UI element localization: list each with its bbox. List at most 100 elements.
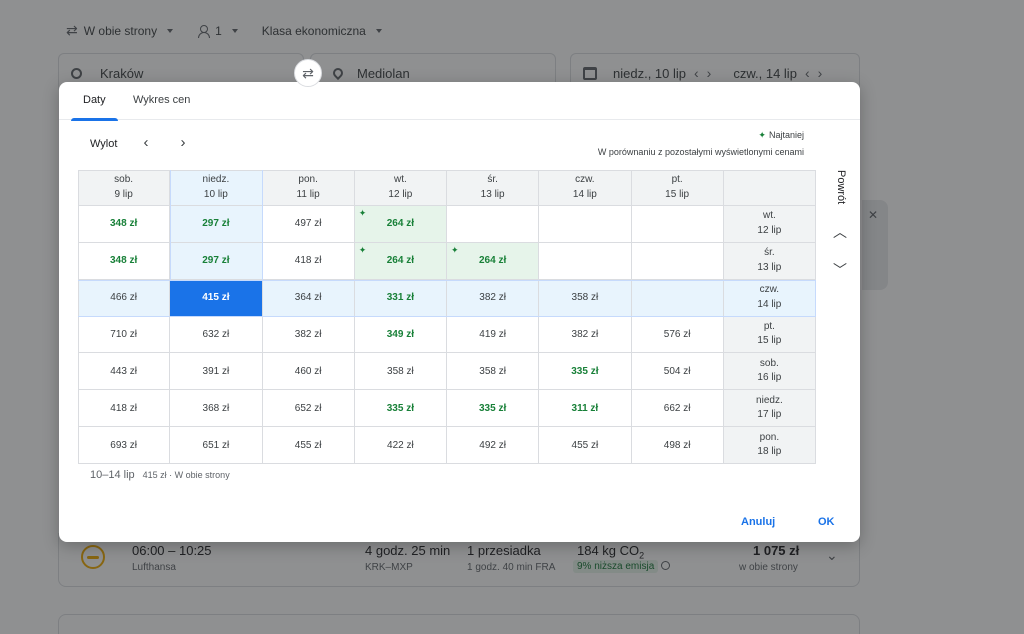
- legend-cheapest-label: Najtaniej: [768, 130, 804, 140]
- return-row-header[interactable]: wt. 12 lip: [723, 206, 816, 243]
- price-cell[interactable]: 419 zł: [447, 316, 540, 354]
- price-value: 331 zł: [386, 292, 414, 304]
- departure-column-header[interactable]: śr. 13 lip: [447, 170, 540, 206]
- sparkle-icon: ✦: [758, 129, 766, 140]
- departure-column-date: 10 lip: [203, 188, 228, 200]
- price-grid: sob. 9 lip niedz. 10 lip pon. 11 lip wt. 12 lip…: [78, 170, 816, 464]
- chevron-up-icon[interactable]: ︿: [830, 222, 850, 242]
- price-value: 662 zł: [663, 402, 691, 414]
- return-row-date: 13 lip: [757, 261, 782, 273]
- price-cell[interactable]: 382 zł: [539, 316, 632, 354]
- swap-places-button[interactable]: ⇄: [294, 59, 322, 87]
- legend-compare-note: W porównaniu z pozostałymi wyświetlonymi…: [597, 147, 804, 157]
- departure-column-header[interactable]: czw. 14 lip: [539, 170, 632, 206]
- price-value: 418 zł: [294, 255, 322, 267]
- price-cell[interactable]: 504 zł: [631, 353, 724, 391]
- departure-column-day: niedz.: [202, 174, 230, 185]
- return-row-date: 16 lip: [757, 372, 782, 384]
- price-cell[interactable]: 358 zł: [447, 353, 540, 391]
- departure-column-day: pt.: [671, 174, 683, 185]
- price-value: 455 zł: [571, 439, 599, 451]
- price-cell[interactable]: 443 zł: [78, 353, 171, 391]
- price-cell[interactable]: 418 zł: [78, 390, 171, 428]
- price-cell[interactable]: 364 zł: [262, 279, 355, 317]
- price-cell[interactable]: 455 zł: [539, 427, 632, 464]
- legend-cheapest: ✦ Najtaniej: [758, 130, 804, 140]
- price-value: 264 zł: [386, 218, 414, 230]
- price-value: 422 zł: [387, 439, 414, 451]
- price-value: 415 zł: [202, 292, 230, 304]
- price-value: 368 zł: [202, 402, 230, 414]
- chevron-left-icon[interactable]: ‹: [136, 134, 156, 154]
- price-cell[interactable]: 460 zł: [262, 353, 355, 391]
- return-row-date: 14 lip: [757, 298, 782, 310]
- price-cell[interactable]: 632 zł: [170, 316, 263, 354]
- price-cell[interactable]: 415 zł: [170, 279, 263, 317]
- departure-column-header[interactable]: wt. 12 lip: [354, 170, 447, 206]
- price-cell[interactable]: 382 zł: [262, 316, 355, 354]
- price-value: 576 zł: [663, 328, 691, 340]
- price-cell[interactable]: ✦ 264 zł: [354, 206, 447, 243]
- price-value: 348 zł: [110, 218, 138, 230]
- price-cell[interactable]: 497 zł: [262, 206, 355, 243]
- price-cell[interactable]: ✦ 264 zł: [447, 242, 540, 280]
- departure-column-header[interactable]: niedz. 10 lip: [170, 170, 263, 206]
- price-cell[interactable]: 331 zł: [354, 279, 447, 317]
- ok-button[interactable]: OK: [812, 514, 841, 530]
- return-row-header[interactable]: czw. 14 lip: [723, 279, 816, 317]
- departure-column-day: pon.: [298, 174, 318, 185]
- price-cell[interactable]: 422 zł: [354, 427, 447, 464]
- return-row-header[interactable]: sob. 16 lip: [723, 353, 816, 391]
- price-cell[interactable]: 418 zł: [262, 242, 355, 280]
- price-cell[interactable]: 348 zł: [78, 206, 171, 243]
- price-cell[interactable]: 576 zł: [631, 316, 724, 354]
- return-row-date: 17 lip: [757, 409, 782, 421]
- return-row-date: 18 lip: [757, 446, 782, 458]
- price-cell[interactable]: 335 zł: [354, 390, 447, 428]
- price-cell[interactable]: 368 zł: [170, 390, 263, 428]
- tab-dates[interactable]: Daty: [71, 82, 118, 121]
- price-cell[interactable]: 382 zł: [447, 279, 540, 317]
- price-cell[interactable]: 349 zł: [354, 316, 447, 354]
- price-value: 335 zł: [386, 402, 414, 414]
- departure-column-header[interactable]: pon. 11 lip: [262, 170, 355, 206]
- price-cell[interactable]: 455 zł: [262, 427, 355, 464]
- price-cell[interactable]: 358 zł: [539, 279, 632, 317]
- departure-column-day: czw.: [575, 174, 595, 185]
- price-cell[interactable]: 710 zł: [78, 316, 171, 354]
- departure-column-day: sob.: [114, 174, 134, 185]
- price-cell[interactable]: 297 zł: [170, 242, 263, 280]
- chevron-down-icon[interactable]: ﹀: [830, 260, 850, 280]
- cancel-button[interactable]: Anuluj: [735, 514, 781, 530]
- price-value: 264 zł: [479, 255, 507, 267]
- price-cell[interactable]: 335 zł: [447, 390, 540, 428]
- price-cell[interactable]: 498 zł: [631, 427, 724, 464]
- price-cell[interactable]: 693 zł: [78, 427, 171, 464]
- return-row-header[interactable]: pt. 15 lip: [723, 316, 816, 354]
- price-value: 335 zł: [479, 402, 507, 414]
- return-row-header[interactable]: pon. 18 lip: [723, 427, 816, 464]
- price-cell[interactable]: 348 zł: [78, 242, 171, 280]
- price-cell[interactable]: 652 zł: [262, 390, 355, 428]
- price-value: 358 zł: [571, 292, 599, 304]
- return-row-date: 15 lip: [757, 335, 782, 347]
- departure-column-header[interactable]: sob. 9 lip: [78, 170, 171, 206]
- return-row-header[interactable]: śr. 13 lip: [723, 242, 816, 280]
- tab-price-chart[interactable]: Wykres cen: [121, 82, 202, 120]
- price-cell[interactable]: 492 zł: [447, 427, 540, 464]
- departure-column-header[interactable]: pt. 15 lip: [631, 170, 724, 206]
- price-cell[interactable]: 651 zł: [170, 427, 263, 464]
- price-cell: [631, 279, 724, 317]
- price-cell[interactable]: 335 zł: [539, 353, 632, 391]
- chevron-right-icon[interactable]: ›: [173, 134, 193, 154]
- departure-label: Wylot: [90, 138, 118, 150]
- price-value: 311 zł: [571, 402, 599, 414]
- price-cell[interactable]: 466 zł: [78, 279, 171, 317]
- return-row-header[interactable]: niedz. 17 lip: [723, 390, 816, 428]
- price-cell[interactable]: 311 zł: [539, 390, 632, 428]
- price-cell[interactable]: 391 zł: [170, 353, 263, 391]
- price-cell[interactable]: 662 zł: [631, 390, 724, 428]
- price-cell[interactable]: 297 zł: [170, 206, 263, 243]
- price-cell[interactable]: 358 zł: [354, 353, 447, 391]
- price-cell[interactable]: ✦ 264 zł: [354, 242, 447, 280]
